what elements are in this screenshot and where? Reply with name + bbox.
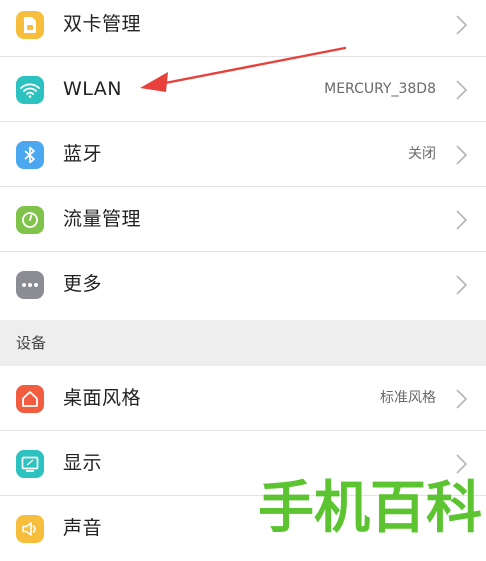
home-style-icon [16, 384, 44, 413]
settings-item-label: 桌面风格 [63, 387, 142, 409]
more-icon [16, 270, 44, 299]
wifi-icon [16, 75, 44, 104]
sim-card-icon [16, 10, 44, 39]
section-header-device: 设备 [0, 320, 486, 366]
bluetooth-icon [16, 140, 44, 169]
settings-item-label: WLAN [63, 78, 123, 100]
section-title: 设备 [16, 334, 47, 352]
settings-item-home-style[interactable]: 桌面风格 标准风格 [0, 366, 486, 431]
chevron-right-icon [456, 14, 468, 35]
settings-item-label: 流量管理 [63, 208, 142, 230]
wlan-network-name: MERCURY_38D8 [324, 81, 436, 97]
sound-icon [16, 514, 44, 543]
settings-item-more[interactable]: 更多 [0, 252, 486, 317]
bluetooth-status: 关闭 [408, 146, 436, 162]
chevron-right-icon [456, 209, 468, 230]
data-usage-icon [16, 205, 44, 234]
chevron-right-icon [456, 144, 468, 165]
settings-item-label: 声音 [63, 517, 103, 539]
settings-item-dual-sim[interactable]: 双卡管理 [0, 0, 486, 57]
settings-item-label: 显示 [63, 452, 103, 474]
settings-item-label: 双卡管理 [63, 13, 142, 35]
chevron-right-icon [456, 274, 468, 295]
chevron-right-icon [456, 79, 468, 100]
display-icon [16, 449, 44, 478]
home-style-value: 标准风格 [380, 390, 436, 406]
chevron-right-icon [456, 453, 468, 474]
settings-item-data-usage[interactable]: 流量管理 [0, 187, 486, 252]
settings-item-label: 更多 [63, 273, 103, 295]
watermark-text: 手机百科 [258, 476, 482, 541]
settings-item-wlan[interactable]: WLAN MERCURY_38D8 [0, 57, 486, 122]
settings-item-bluetooth[interactable]: 蓝牙 关闭 [0, 122, 486, 187]
chevron-right-icon [456, 388, 468, 409]
settings-item-label: 蓝牙 [63, 143, 103, 165]
